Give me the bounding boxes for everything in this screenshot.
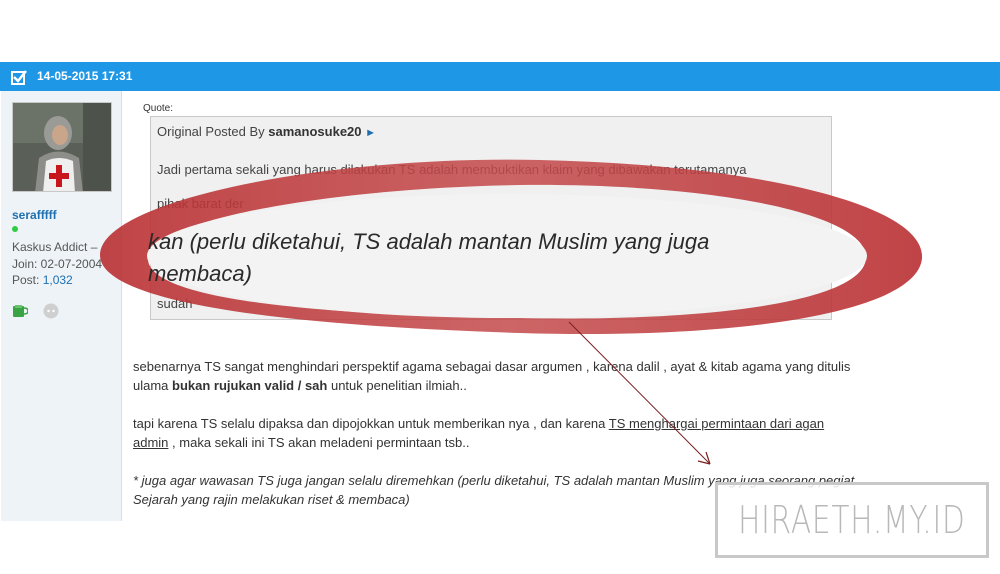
avatar[interactable] bbox=[12, 102, 112, 192]
post-date: 14-05-2015 17:31 bbox=[37, 69, 133, 83]
quote-line-3: sudah bbox=[157, 296, 193, 311]
post-content: Quote: Original Posted By samanosuke20 ►… bbox=[122, 91, 1000, 521]
post-count-value[interactable]: 1,032 bbox=[43, 273, 73, 287]
quote-line-2: pihak barat der bbox=[157, 196, 244, 211]
post-count: Post: 1,032 bbox=[12, 273, 73, 287]
checkbox-icon bbox=[11, 70, 27, 85]
post-paragraph-1: sebenarnya TS sangat menghindari perspek… bbox=[133, 357, 863, 395]
quote-author[interactable]: samanosuke20 bbox=[268, 124, 361, 139]
username[interactable]: serafffff bbox=[12, 208, 57, 222]
post-paragraph-2: tapi karena TS selalu dipaksa dan dipojo… bbox=[133, 414, 863, 452]
online-status-icon bbox=[12, 226, 18, 232]
paragraph-1-bold: bukan rujukan valid / sah bbox=[172, 378, 328, 393]
quote-header: Original Posted By samanosuke20 ► bbox=[157, 124, 376, 139]
user-level: Kaskus Addict – bbox=[12, 240, 98, 254]
paragraph-2-text-b: , maka sekali ini TS akan meladeni permi… bbox=[168, 435, 470, 450]
watermark-text: HIRAETH.MY.ID bbox=[738, 498, 966, 542]
quote-posted-by: Original Posted By bbox=[157, 124, 269, 139]
reputation-icon[interactable] bbox=[43, 303, 59, 319]
join-date: Join: 02-07-2004 bbox=[12, 257, 103, 271]
paragraph-1-text-b: untuk penelitian ilmiah.. bbox=[327, 378, 467, 393]
cup-icon[interactable] bbox=[12, 304, 28, 318]
watermark: HIRAETH.MY.ID bbox=[715, 482, 989, 558]
quote-line-1: Jadi pertama sekali yang harus dilakukan… bbox=[157, 162, 747, 177]
quote-label: Quote: bbox=[143, 103, 174, 114]
paragraph-2-text-a: tapi karena TS selalu dipaksa dan dipojo… bbox=[133, 416, 609, 431]
view-post-icon[interactable]: ► bbox=[365, 127, 376, 139]
post-count-label: Post: bbox=[12, 273, 43, 287]
post-header: 14-05-2015 17:31 bbox=[0, 62, 1000, 91]
quote-box: Original Posted By samanosuke20 ► Jadi p… bbox=[150, 116, 832, 320]
user-sidebar: serafffff Kaskus Addict – Join: 02-07-20… bbox=[1, 91, 122, 521]
